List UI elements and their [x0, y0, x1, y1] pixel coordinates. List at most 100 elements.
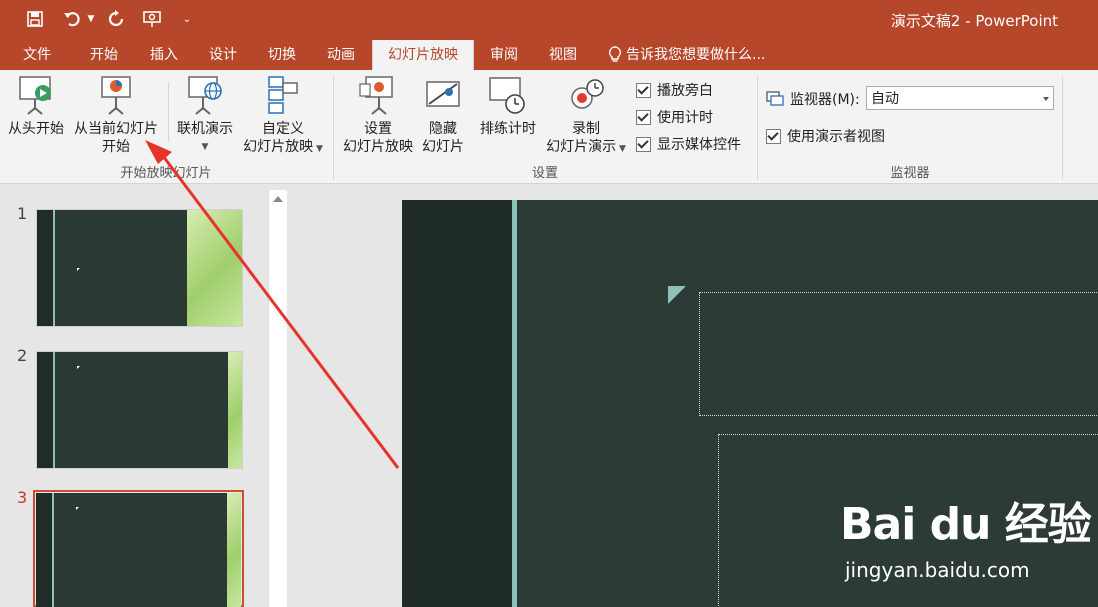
- thumb-line: [53, 210, 55, 326]
- thumb-line: [53, 352, 55, 468]
- play-narrations-label: 播放旁白: [657, 83, 713, 99]
- slide-number: 1: [17, 204, 28, 223]
- slide-number: 3: [17, 488, 28, 507]
- custom-label-1: 自定义: [262, 121, 304, 137]
- thumb-green-panel: [187, 210, 242, 326]
- from-beginning-button[interactable]: 从头开始: [4, 74, 68, 138]
- online-present-label: 联机演示: [177, 121, 233, 137]
- group-label-setup: 设置: [531, 166, 558, 181]
- slide-corner-triangle: [668, 286, 686, 304]
- slide-thumbnail-3[interactable]: [36, 493, 241, 607]
- thumb-green-panel: [228, 352, 242, 468]
- record-icon: [571, 79, 604, 109]
- thumb-line: [52, 493, 54, 607]
- ribbon-tabs: 文件 开始 插入 设计 切换 动画 幻灯片放映 审阅 视图 告诉我您想要做什么.…: [0, 40, 1098, 70]
- projector-globe-icon: [188, 76, 222, 115]
- setup-label-2: 幻灯片放映: [343, 139, 413, 155]
- tab-design[interactable]: 设计: [195, 40, 251, 70]
- projector-chart-icon: [101, 76, 131, 115]
- tell-me-search[interactable]: 告诉我您想要做什么...: [608, 40, 765, 70]
- tab-view[interactable]: 视图: [535, 40, 591, 70]
- checkbox-checked-icon[interactable]: [766, 128, 781, 144]
- present-icon[interactable]: [140, 8, 166, 30]
- hide-label-1: 隐藏: [429, 121, 457, 137]
- tab-insert[interactable]: 插入: [136, 40, 192, 70]
- monitor-label-row: 监视器(M):: [766, 89, 860, 109]
- from-current-label-2: 开始: [102, 139, 130, 155]
- tab-transitions[interactable]: 切换: [254, 40, 310, 70]
- show-media-controls-checkbox[interactable]: 显示媒体控件: [636, 134, 741, 154]
- thumb-band: [37, 210, 53, 326]
- custom-slideshow-button[interactable]: 自定义 幻灯片放映 ▼: [240, 74, 326, 158]
- projector-play-icon: [19, 76, 51, 115]
- tab-review[interactable]: 审阅: [476, 40, 532, 70]
- hide-label-2: 幻灯片: [422, 139, 464, 155]
- online-present-button[interactable]: 联机演示 ▼: [172, 74, 238, 156]
- show-media-controls-label: 显示媒体控件: [657, 137, 741, 153]
- thumb-tick: [77, 366, 80, 369]
- title-bar: ▼ ⌄ 演示文稿2 - PowerPoint: [0, 0, 1098, 40]
- slide-number: 2: [17, 346, 28, 365]
- checkbox-checked-icon[interactable]: [636, 82, 651, 98]
- chevron-down-icon: [1043, 97, 1049, 101]
- checkbox-checked-icon[interactable]: [636, 109, 651, 125]
- online-dropdown-icon[interactable]: ▼: [172, 138, 238, 156]
- repeat-icon[interactable]: [104, 8, 128, 30]
- play-narrations-checkbox[interactable]: 播放旁白: [636, 80, 713, 100]
- ribbon-panel: 从头开始 从当前幻灯片 开始 联机演示 ▼ 自定义 幻灯片放映 ▼ 开始放映幻灯…: [0, 70, 1098, 184]
- tab-file[interactable]: 文件: [8, 40, 66, 70]
- thumb-tick: [77, 268, 80, 271]
- setup-projector-icon: [359, 76, 393, 115]
- custom-slides-icon: [268, 76, 298, 114]
- watermark-logo: Bai du 经验: [840, 499, 1092, 550]
- slide-thumbnail-2[interactable]: [36, 351, 243, 469]
- monitor-label: 监视器(M):: [790, 92, 860, 108]
- monitor-icon: [766, 91, 784, 106]
- presenter-view-label: 使用演示者视图: [787, 129, 885, 145]
- slide-accent-line: [512, 200, 517, 607]
- slide-thumbnail-1[interactable]: [36, 209, 243, 327]
- tell-me-label: 告诉我您想要做什么...: [626, 47, 766, 63]
- from-beginning-label: 从头开始: [8, 121, 64, 137]
- undo-dropdown-icon[interactable]: ▼: [86, 8, 96, 30]
- use-timings-label: 使用计时: [657, 110, 713, 126]
- hide-slide-button[interactable]: 隐藏 幻灯片: [418, 74, 468, 156]
- group-label-monitor: 监视器: [890, 166, 930, 181]
- checkbox-checked-icon[interactable]: [636, 136, 651, 152]
- setup-label-1: 设置: [364, 121, 392, 137]
- thumb-band: [36, 493, 52, 607]
- customize-qat-icon[interactable]: ⌄: [180, 8, 194, 30]
- separator: [168, 82, 169, 142]
- group-separator: [1062, 76, 1063, 180]
- rehearse-label: 排练计时: [480, 121, 536, 137]
- scroll-up-icon[interactable]: [273, 196, 283, 202]
- thumb-green-panel: [227, 493, 241, 607]
- tab-slideshow[interactable]: 幻灯片放映: [372, 40, 474, 70]
- window-title: 演示文稿2 - PowerPoint: [890, 12, 1058, 30]
- from-current-label-1: 从当前幻灯片: [74, 121, 158, 137]
- save-icon[interactable]: [24, 8, 46, 30]
- group-label-start: 开始放映幻灯片: [120, 166, 212, 181]
- use-timings-checkbox[interactable]: 使用计时: [636, 107, 713, 127]
- custom-label-2: 幻灯片放映 ▼: [243, 139, 323, 155]
- monitor-select[interactable]: 自动: [866, 86, 1054, 110]
- record-slideshow-button[interactable]: 录制 幻灯片演示 ▼: [542, 74, 630, 158]
- presenter-view-checkbox[interactable]: 使用演示者视图: [766, 126, 885, 146]
- rehearse-timings-button[interactable]: 排练计时: [474, 74, 542, 138]
- from-current-slide-button[interactable]: 从当前幻灯片 开始: [70, 74, 162, 156]
- thumb-band: [37, 352, 53, 468]
- tab-home[interactable]: 开始: [76, 40, 132, 70]
- baidu-watermark: Bai du 经验 jingyan.baidu.com: [840, 488, 1092, 582]
- undo-icon[interactable]: [60, 8, 84, 30]
- record-label-1: 录制: [572, 121, 600, 137]
- thumbnail-scrollbar[interactable]: [268, 190, 287, 607]
- title-placeholder[interactable]: [699, 292, 1098, 416]
- tab-animations[interactable]: 动画: [313, 40, 369, 70]
- lightbulb-icon: [608, 46, 622, 62]
- hide-slide-icon: [426, 81, 460, 107]
- record-label-2: 幻灯片演示 ▼: [546, 139, 626, 155]
- setup-slideshow-button[interactable]: 设置 幻灯片放映: [338, 74, 418, 156]
- stopwatch-slide-icon: [489, 77, 525, 114]
- monitor-select-value: 自动: [871, 91, 899, 107]
- thumb-tick: [76, 507, 79, 510]
